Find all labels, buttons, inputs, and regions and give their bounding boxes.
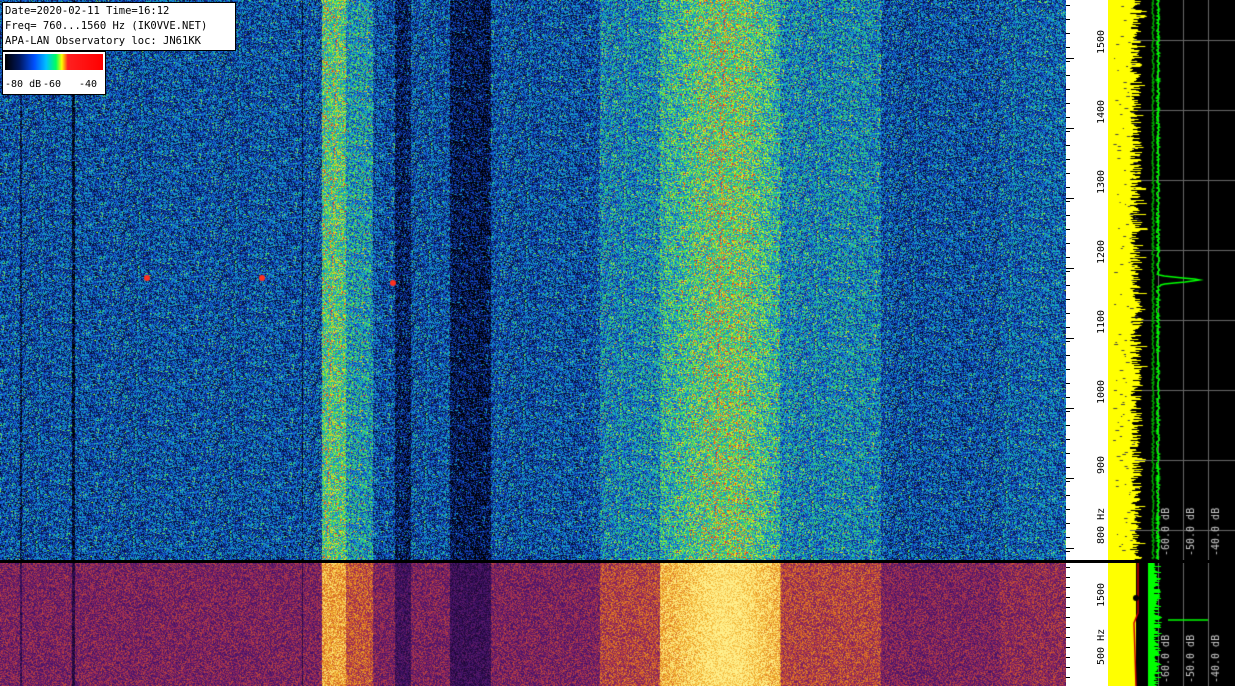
axis-major-tick	[1066, 548, 1074, 549]
axis-minor-tick	[1066, 467, 1070, 468]
axis-minor-tick	[1066, 577, 1070, 578]
axis-minor-tick	[1066, 243, 1070, 244]
axis-major-tick	[1066, 338, 1074, 339]
axis-major-tick	[1066, 478, 1074, 479]
frequency-label: 1500	[1096, 29, 1107, 54]
spectrum-plot-bottom	[1108, 563, 1235, 686]
axis-minor-tick	[1066, 587, 1070, 588]
axis-minor-tick	[1066, 201, 1070, 202]
axis-minor-tick	[1066, 383, 1070, 384]
frequency-label: 1400	[1096, 99, 1107, 124]
axis-major-tick	[1066, 58, 1074, 59]
axis-minor-tick	[1066, 537, 1070, 538]
spectrum-plot-top	[1108, 0, 1235, 560]
axis-major-tick	[1066, 408, 1074, 409]
axis-minor-tick	[1066, 5, 1070, 6]
axis-minor-tick	[1066, 369, 1070, 370]
axis-minor-tick	[1066, 159, 1070, 160]
axis-minor-tick	[1066, 131, 1070, 132]
axis-minor-tick	[1066, 607, 1070, 608]
axis-minor-tick	[1066, 313, 1070, 314]
axis-minor-tick	[1066, 597, 1070, 598]
axis-minor-tick	[1066, 33, 1070, 34]
spectrogram-waterfall[interactable]	[0, 0, 1066, 560]
frequency-label: 1500	[1096, 582, 1107, 607]
frequency-label: 1300	[1096, 169, 1107, 194]
axis-minor-tick	[1066, 257, 1070, 258]
axis-minor-tick	[1066, 341, 1070, 342]
scale-label-mid: -60	[43, 79, 62, 90]
axis-minor-tick	[1066, 411, 1070, 412]
frequency-axis-bottom: 1500 500 Hz	[1066, 563, 1108, 686]
wideband-waterfall[interactable]	[0, 563, 1066, 686]
frequency-label: 1100	[1096, 309, 1107, 334]
axis-minor-tick	[1066, 103, 1070, 104]
info-panel: Date=2020-02-11 Time=16:12 Freq= 760...1…	[2, 2, 236, 51]
frequency-label: 500 Hz	[1096, 628, 1107, 665]
axis-minor-tick	[1066, 617, 1070, 618]
axis-minor-tick	[1066, 75, 1070, 76]
axis-minor-tick	[1066, 425, 1070, 426]
frequency-label: 800 Hz	[1096, 507, 1107, 544]
axis-minor-tick	[1066, 523, 1070, 524]
axis-minor-tick	[1066, 495, 1070, 496]
axis-minor-tick	[1066, 453, 1070, 454]
axis-minor-tick	[1066, 677, 1070, 678]
axis-minor-tick	[1066, 627, 1070, 628]
axis-minor-tick	[1066, 47, 1070, 48]
axis-minor-tick	[1066, 397, 1070, 398]
axis-major-tick	[1066, 128, 1074, 129]
axis-minor-tick	[1066, 89, 1070, 90]
axis-minor-tick	[1066, 61, 1070, 62]
observatory-location-text: APA-LAN Observatory loc: JN61KK	[5, 35, 201, 47]
axis-minor-tick	[1066, 173, 1070, 174]
frequency-range-text: Freq= 760...1560 Hz (IK0VVE.NET)	[5, 20, 208, 32]
color-scale-bar	[5, 54, 103, 70]
axis-minor-tick	[1066, 481, 1070, 482]
axis-major-tick	[1066, 198, 1074, 199]
axis-minor-tick	[1066, 637, 1070, 638]
frequency-label: 1200	[1096, 239, 1107, 264]
scale-label-max: -40	[79, 79, 98, 90]
axis-minor-tick	[1066, 271, 1070, 272]
axis-minor-tick	[1066, 117, 1070, 118]
axis-minor-tick	[1066, 187, 1070, 188]
axis-minor-tick	[1066, 647, 1070, 648]
axis-minor-tick	[1066, 509, 1070, 510]
axis-minor-tick	[1066, 145, 1070, 146]
axis-minor-tick	[1066, 567, 1070, 568]
frequency-label: 1000	[1096, 379, 1107, 404]
axis-minor-tick	[1066, 285, 1070, 286]
frequency-label: 900	[1096, 455, 1107, 474]
axis-minor-tick	[1066, 551, 1070, 552]
axis-minor-tick	[1066, 215, 1070, 216]
scale-label-min: -80 dB	[5, 79, 42, 90]
axis-minor-tick	[1066, 299, 1070, 300]
frequency-axis-top: 1500 1400 1300 1200 1100 1000 900 800 Hz	[1066, 0, 1108, 560]
axis-minor-tick	[1066, 667, 1070, 668]
axis-major-tick	[1066, 268, 1074, 269]
axis-minor-tick	[1066, 439, 1070, 440]
date-time-text: Date=2020-02-11 Time=16:12	[5, 5, 170, 17]
axis-minor-tick	[1066, 327, 1070, 328]
axis-minor-tick	[1066, 229, 1070, 230]
axis-minor-tick	[1066, 355, 1070, 356]
color-scale-legend: -80 dB -60 -40	[2, 51, 106, 95]
axis-minor-tick	[1066, 657, 1070, 658]
axis-minor-tick	[1066, 19, 1070, 20]
